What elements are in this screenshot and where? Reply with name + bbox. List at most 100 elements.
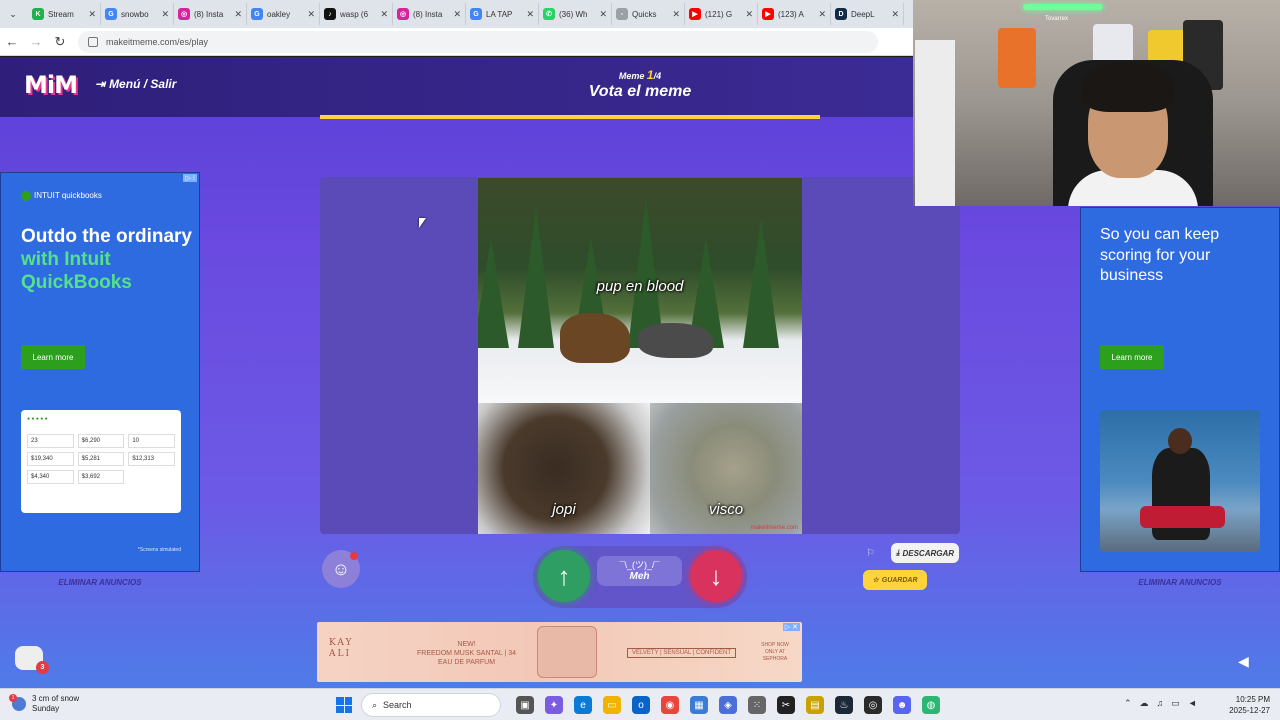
browser-tab[interactable]: K Stream ✕ xyxy=(28,3,101,25)
tab-close-icon[interactable]: ✕ xyxy=(891,9,899,20)
meme-counter: Meme 1/4 xyxy=(560,68,720,82)
browser-tab[interactable]: ▶ (123) A ✕ xyxy=(758,3,831,25)
speaker-icon[interactable]: ◀ xyxy=(1238,653,1249,670)
apps-grid-icon[interactable]: ⁙ xyxy=(748,696,766,714)
browser-tab[interactable]: ▶ (121) G ✕ xyxy=(685,3,758,25)
save-button[interactable]: ☆ GUARDAR xyxy=(863,570,927,590)
site-settings-icon[interactable] xyxy=(88,36,98,47)
tab-favicon-icon: G xyxy=(105,8,117,20)
tab-title: Stream xyxy=(48,9,74,19)
outlook-icon[interactable]: o xyxy=(632,696,650,714)
globe-app-icon[interactable]: ◍ xyxy=(922,696,940,714)
discord-icon[interactable]: ☻ xyxy=(893,696,911,714)
taskbar-search-label: Search xyxy=(383,700,412,710)
display-icon[interactable]: ▭ xyxy=(1171,698,1180,709)
tab-favicon-icon: ♪ xyxy=(324,8,336,20)
browser-tab[interactable]: G LA TAP ✕ xyxy=(466,3,539,25)
weather-widget[interactable]: 1 3 cm of snow Sunday xyxy=(9,694,79,714)
edge-icon[interactable]: e xyxy=(574,696,592,714)
adchoices-icon[interactable]: ▷ ⁝ xyxy=(183,174,197,182)
tray-app-icon[interactable]: ☁ xyxy=(1140,698,1149,709)
tray-chevron-icon[interactable]: ⌃ xyxy=(1124,698,1132,709)
windows-start-icon[interactable] xyxy=(336,697,352,713)
volume-icon[interactable]: ◄ xyxy=(1188,698,1197,709)
steam-icon[interactable]: ♨ xyxy=(835,696,853,714)
tab-title: (123) A xyxy=(778,9,804,19)
tab-list-chevron-icon[interactable]: ⌄ xyxy=(4,5,22,23)
capcut-icon[interactable]: ✂ xyxy=(777,696,795,714)
browser-tab[interactable]: ▫ Quicks ✕ xyxy=(612,3,685,25)
browser-tab[interactable]: ♪ wasp (6 ✕ xyxy=(320,3,393,25)
remove-ads-link-left[interactable]: ELIMINAR ANUNCIOS xyxy=(0,578,200,587)
vpn-icon[interactable]: ◈ xyxy=(719,696,737,714)
forward-arrow-icon[interactable]: → xyxy=(24,34,48,49)
tab-close-icon[interactable]: ✕ xyxy=(161,9,169,20)
dashboard-value: 10 xyxy=(128,434,175,448)
reload-icon[interactable]: ↻ xyxy=(48,34,72,50)
tab-close-icon[interactable]: ✕ xyxy=(307,9,315,20)
exit-icon: ⇥ xyxy=(95,77,106,91)
store-icon[interactable]: ▦ xyxy=(690,696,708,714)
browser-tab[interactable]: Gsnowbo ✕ xyxy=(101,3,174,25)
tab-close-icon[interactable]: ✕ xyxy=(88,9,96,20)
tab-close-icon[interactable]: ✕ xyxy=(745,9,753,20)
save-label: GUARDAR xyxy=(881,576,918,584)
meme-caption-top: pup en blood xyxy=(596,278,684,295)
tab-close-icon[interactable]: ✕ xyxy=(453,9,461,20)
download-label: DESCARGAR xyxy=(902,548,955,558)
folder-icon[interactable]: ▤ xyxy=(806,696,824,714)
tab-close-icon[interactable]: ✕ xyxy=(818,9,826,20)
system-clock[interactable]: 10:25 PM 2025-12-27 xyxy=(1222,694,1270,716)
taskbar-search[interactable]: ⌕ Search xyxy=(361,693,501,717)
search-icon: ⌕ xyxy=(372,699,378,710)
star-icon: ☆ xyxy=(872,577,879,584)
left-ad[interactable]: ▷ ⁝ INTUIT quickbooks Outdo the ordinary… xyxy=(0,172,200,572)
downvote-button[interactable]: ↓ xyxy=(690,550,742,602)
left-ad-note: *Screens simulated xyxy=(137,547,181,553)
browser-tab[interactable]: ◎ (8) Insta ✕ xyxy=(174,3,247,25)
url-field[interactable]: makeitmeme.com/es/play xyxy=(78,30,878,53)
tab-close-icon[interactable]: ✕ xyxy=(672,9,680,20)
tab-title: snowbo xyxy=(121,9,149,19)
shelf xyxy=(915,40,955,206)
upvote-button[interactable]: ↑ xyxy=(538,550,590,602)
tab-title: (8) Insta xyxy=(413,9,443,19)
emoji-reaction-button[interactable]: ☺ xyxy=(322,550,360,588)
tab-close-icon[interactable]: ✕ xyxy=(599,9,607,20)
left-ad-learn-more-button[interactable]: Learn more xyxy=(21,345,85,369)
right-ad-learn-more-button[interactable]: Learn more xyxy=(1100,345,1164,369)
tab-favicon-icon: ▶ xyxy=(762,8,774,20)
browser-tab[interactable]: ◎ (8) Insta ✕ xyxy=(393,3,466,25)
browser-tab[interactable]: D DeepL ✕ xyxy=(831,3,904,25)
perfume-bottle-image xyxy=(537,626,597,678)
download-button[interactable]: ⤓ DESCARGAR xyxy=(891,543,959,563)
mim-logo[interactable]: MiM xyxy=(24,71,78,99)
task-view-icon[interactable]: ▣ xyxy=(516,696,534,714)
dashboard-value: $4,340 xyxy=(27,470,74,484)
browser-tab[interactable]: ✆ (36) Wh ✕ xyxy=(539,3,612,25)
bottom-adchoices-icon[interactable]: ▷ ✕ xyxy=(782,623,800,631)
report-flag-icon[interactable]: ⚐ xyxy=(866,548,875,559)
tab-title: oakley xyxy=(267,9,291,19)
bottom-ad-shop[interactable]: SHOP NOW ONLY AT SEPHORA xyxy=(755,642,795,663)
tab-close-icon[interactable]: ✕ xyxy=(234,9,242,20)
meh-button[interactable]: ¯\_(ツ)_/¯ Meh xyxy=(597,556,682,586)
address-bar-row: ← → ↻ makeitmeme.com/es/play xyxy=(0,28,913,56)
back-arrow-icon[interactable]: ← xyxy=(0,34,24,49)
tab-close-icon[interactable]: ✕ xyxy=(526,9,534,20)
meme-caption-left: jopi xyxy=(552,501,576,518)
right-ad[interactable]: So you can keep scoring for your busines… xyxy=(1080,207,1280,572)
browser-tab[interactable]: Goakley ✕ xyxy=(247,3,320,25)
microphone-icon[interactable]: ♫ xyxy=(1157,698,1164,709)
tab-close-icon[interactable]: ✕ xyxy=(380,9,388,20)
chat-button[interactable]: 3 xyxy=(15,646,49,674)
webcam-overlay-name: Tovarrex xyxy=(1045,16,1069,22)
obs-icon[interactable]: ◎ xyxy=(864,696,882,714)
chrome-icon[interactable]: ◉ xyxy=(661,696,679,714)
tab-favicon-icon: G xyxy=(470,8,482,20)
menu-exit-button[interactable]: ⇥ Menú / Salir xyxy=(95,77,176,91)
remove-ads-link-right[interactable]: ELIMINAR ANUNCIOS xyxy=(1080,578,1280,587)
bottom-perfume-ad[interactable]: ▷ ✕ KAY ALI NEW! FREEDOM MUSK SANTAL | 3… xyxy=(317,622,802,682)
copilot-icon[interactable]: ✦ xyxy=(545,696,563,714)
file-explorer-icon[interactable]: ▭ xyxy=(603,696,621,714)
